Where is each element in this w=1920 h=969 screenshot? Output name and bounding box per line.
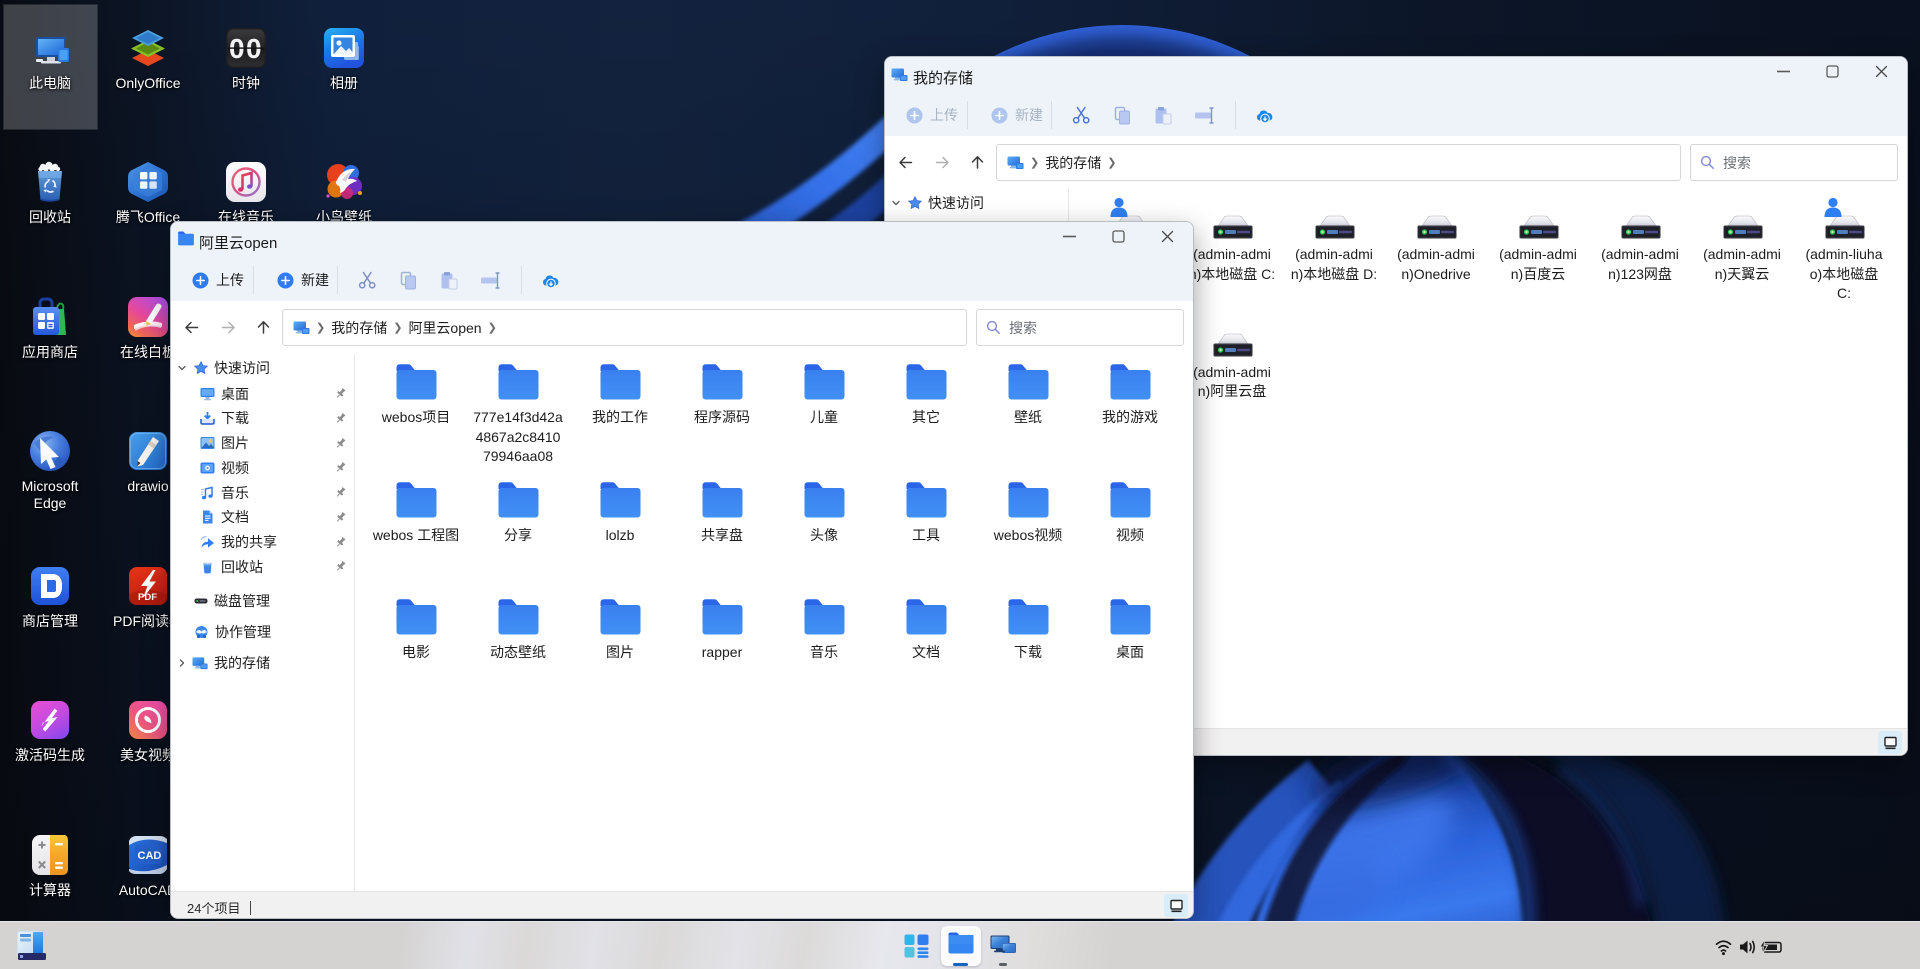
svg-text:PDF: PDF: [138, 592, 157, 603]
svg-text:CAD: CAD: [138, 850, 162, 862]
